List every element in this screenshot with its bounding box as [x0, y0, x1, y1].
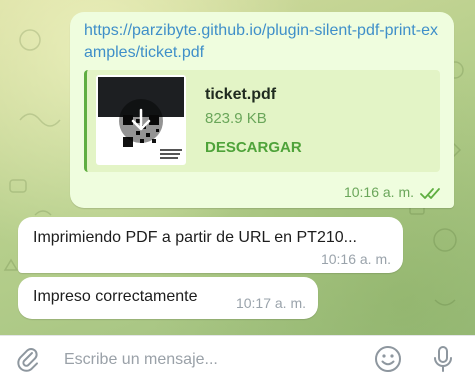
file-attachment-card[interactable]: ticket.pdf 823.9 KB DESCARGAR	[84, 70, 440, 172]
pdf-thumbnail[interactable]	[96, 75, 186, 165]
incoming-message-bubble: Imprimiendo PDF a partir de URL en PT210…	[18, 217, 403, 273]
microphone-button[interactable]	[428, 344, 458, 374]
download-arrow-icon	[131, 108, 151, 131]
chat-background: https://parzibyte.github.io/plugin-silen…	[0, 0, 475, 335]
message-link[interactable]: https://parzibyte.github.io/plugin-silen…	[84, 20, 444, 64]
message-composer	[0, 335, 475, 388]
file-size: 823.9 KB	[205, 110, 267, 127]
double-check-icon	[420, 188, 440, 199]
smiley-icon	[375, 346, 401, 372]
message-input[interactable]	[58, 343, 370, 377]
incoming-message-bubble: Impreso correctamente 10:17 a. m.	[18, 277, 318, 319]
message-text: Impreso correctamente	[33, 288, 198, 305]
emoji-button[interactable]	[373, 344, 403, 374]
message-time: 10:16 a. m.	[320, 251, 391, 267]
paperclip-icon	[17, 348, 38, 372]
outgoing-message-bubble: https://parzibyte.github.io/plugin-silen…	[70, 12, 454, 208]
attach-button[interactable]	[13, 344, 43, 374]
message-time: 10:17 a. m.	[235, 295, 306, 311]
download-overlay[interactable]	[119, 99, 163, 143]
download-button[interactable]: DESCARGAR	[205, 139, 302, 156]
file-name: ticket.pdf	[205, 86, 277, 103]
microphone-icon	[434, 346, 452, 372]
composer-divider	[0, 335, 475, 336]
message-time: 10:16 a. m.	[343, 184, 414, 200]
message-text: Imprimiendo PDF a partir de URL en PT210…	[33, 229, 357, 246]
